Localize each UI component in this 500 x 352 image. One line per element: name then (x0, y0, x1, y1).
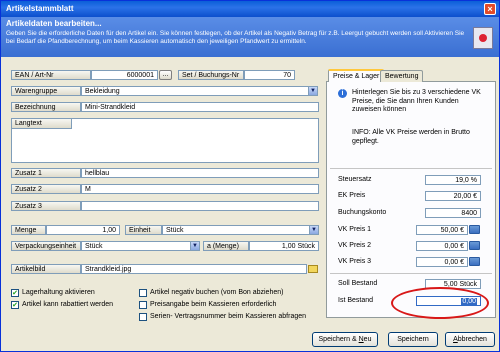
ean-label: EAN / Art-Nr (11, 70, 91, 80)
cancel-label: bbrechen (457, 336, 487, 343)
warengruppe-label: Warengruppe (11, 86, 81, 96)
artikelstammblatt-window: Artikelstammblatt × Artikeldaten bearbei… (0, 0, 500, 352)
seriennummer-label: Serien- Vertragsnummer beim Kassieren ab… (150, 313, 307, 320)
highlight-ellipse (391, 287, 489, 319)
steuersatz-label: Steuersatz (338, 176, 372, 183)
set-field[interactable]: 70 (244, 70, 295, 80)
langtext-area[interactable]: Langtext (11, 118, 319, 163)
info-icon: i (338, 89, 347, 98)
negativ-checkbox[interactable] (139, 289, 147, 297)
seriennummer-checkbox[interactable] (139, 313, 147, 321)
einheit-label: Einheit (125, 225, 162, 235)
chevron-down-icon[interactable]: ▼ (308, 86, 318, 96)
set-label: Set / Buchungs-Nr (178, 70, 244, 80)
tab-bewertung[interactable]: Bewertung (380, 70, 424, 82)
rabattiert-label: Artikel kann rabattiert werden (22, 301, 114, 308)
warengruppe-select[interactable]: Bekleidung (81, 86, 310, 96)
preisangabe-checkbox[interactable] (139, 301, 147, 309)
amenge-field[interactable]: 1,00 Stück (249, 241, 319, 251)
einheit-select[interactable]: Stück (162, 225, 311, 235)
vk-preis-1-label: VK Preis 1 (338, 226, 372, 233)
zusatz1-label: Zusatz 1 (11, 168, 81, 178)
lagerhaltung-label: Lagerhaltung aktivieren (22, 289, 95, 296)
menge-field[interactable]: 1,00 (46, 225, 120, 235)
chevron-down-icon[interactable]: ▼ (309, 225, 319, 235)
banner-description: Geben Sie die erforderliche Daten für de… (6, 30, 465, 45)
chevron-down-icon[interactable]: ▼ (190, 241, 200, 251)
zusatz1-field[interactable]: hellblau (81, 168, 319, 178)
verpackung-label: Verpackungseinheit (11, 241, 81, 251)
info-brutto-text: INFO: Alle VK Preise werden in Brutto ge… (352, 129, 470, 145)
header-banner: Artikeldaten bearbeiten... Geben Sie die… (1, 17, 499, 57)
save-new-label-rest: eu (363, 336, 372, 343)
ean-field[interactable]: 6000001 (91, 70, 158, 80)
lagerhaltung-checkbox[interactable]: ✔ (11, 289, 19, 297)
zusatz3-label: Zusatz 3 (11, 201, 81, 211)
menge-label: Menge (11, 225, 46, 235)
vk-preis-3-field[interactable]: 0,00 € (416, 257, 468, 267)
vk-preis-2-field[interactable]: 0,00 € (416, 241, 468, 251)
rabattiert-checkbox[interactable]: ✔ (11, 301, 19, 309)
info-box: i Hinterlegen Sie bis zu 3 verschiedene … (338, 89, 488, 151)
bezeichnung-label: Bezeichnung (11, 102, 81, 112)
langtext-label: Langtext (12, 119, 72, 129)
soll-bestand-label: Soll Bestand (338, 280, 378, 287)
folder-icon[interactable] (308, 265, 318, 273)
divider (330, 168, 492, 169)
close-icon[interactable]: × (484, 3, 496, 15)
ek-preis-label: EK Preis (338, 192, 366, 199)
ek-preis-field[interactable]: 20,00 € (425, 191, 481, 201)
zusatz3-field[interactable] (81, 201, 319, 211)
zusatz2-field[interactable]: M (81, 184, 319, 194)
verpackung-select[interactable]: Stück (81, 241, 191, 251)
price-detail-icon[interactable] (469, 241, 480, 250)
save-new-button[interactable]: Speichern & Neu (312, 332, 378, 347)
ist-bestand-label: Ist Bestand (338, 297, 374, 304)
artikelbild-field[interactable]: Strandkleid.jpg (81, 264, 307, 274)
window-title: Artikelstammblatt (1, 1, 499, 17)
artikelbild-label: Artikelbild (11, 264, 81, 274)
ean-lookup-button[interactable]: ... (159, 70, 172, 80)
vk-preis-1-field[interactable]: 50,00 € (416, 225, 468, 235)
preisangabe-label: Preisangabe beim Kassieren erforderlich (150, 301, 277, 308)
tab-preise-lager[interactable]: Preise & Lager (328, 69, 385, 82)
buchungskonto-field[interactable]: 8400 (425, 208, 481, 218)
cancel-button[interactable]: Abbrechen (445, 332, 495, 347)
divider (330, 273, 492, 274)
negativ-label: Artikel negativ buchen (vom Bon abziehen… (150, 289, 284, 296)
bezeichnung-field[interactable]: Mini-Strandkleid (81, 102, 319, 112)
vk-preis-3-label: VK Preis 3 (338, 258, 372, 265)
amenge-label: a (Menge) (203, 241, 249, 251)
info-text: Hinterlegen Sie bis zu 3 verschiedene VK… (352, 89, 481, 113)
banner-heading: Artikeldaten bearbeiten... (6, 19, 102, 28)
steuersatz-field[interactable]: 19,0 % (425, 175, 481, 185)
save-button[interactable]: Speichern (388, 332, 438, 347)
price-detail-icon[interactable] (469, 257, 480, 266)
vk-preis-2-label: VK Preis 2 (338, 242, 372, 249)
buchungskonto-label: Buchungskonto (338, 209, 387, 216)
zusatz2-label: Zusatz 2 (11, 184, 81, 194)
price-detail-icon[interactable] (469, 225, 480, 234)
article-icon (473, 27, 493, 49)
save-new-label: Speichern & (318, 336, 359, 343)
